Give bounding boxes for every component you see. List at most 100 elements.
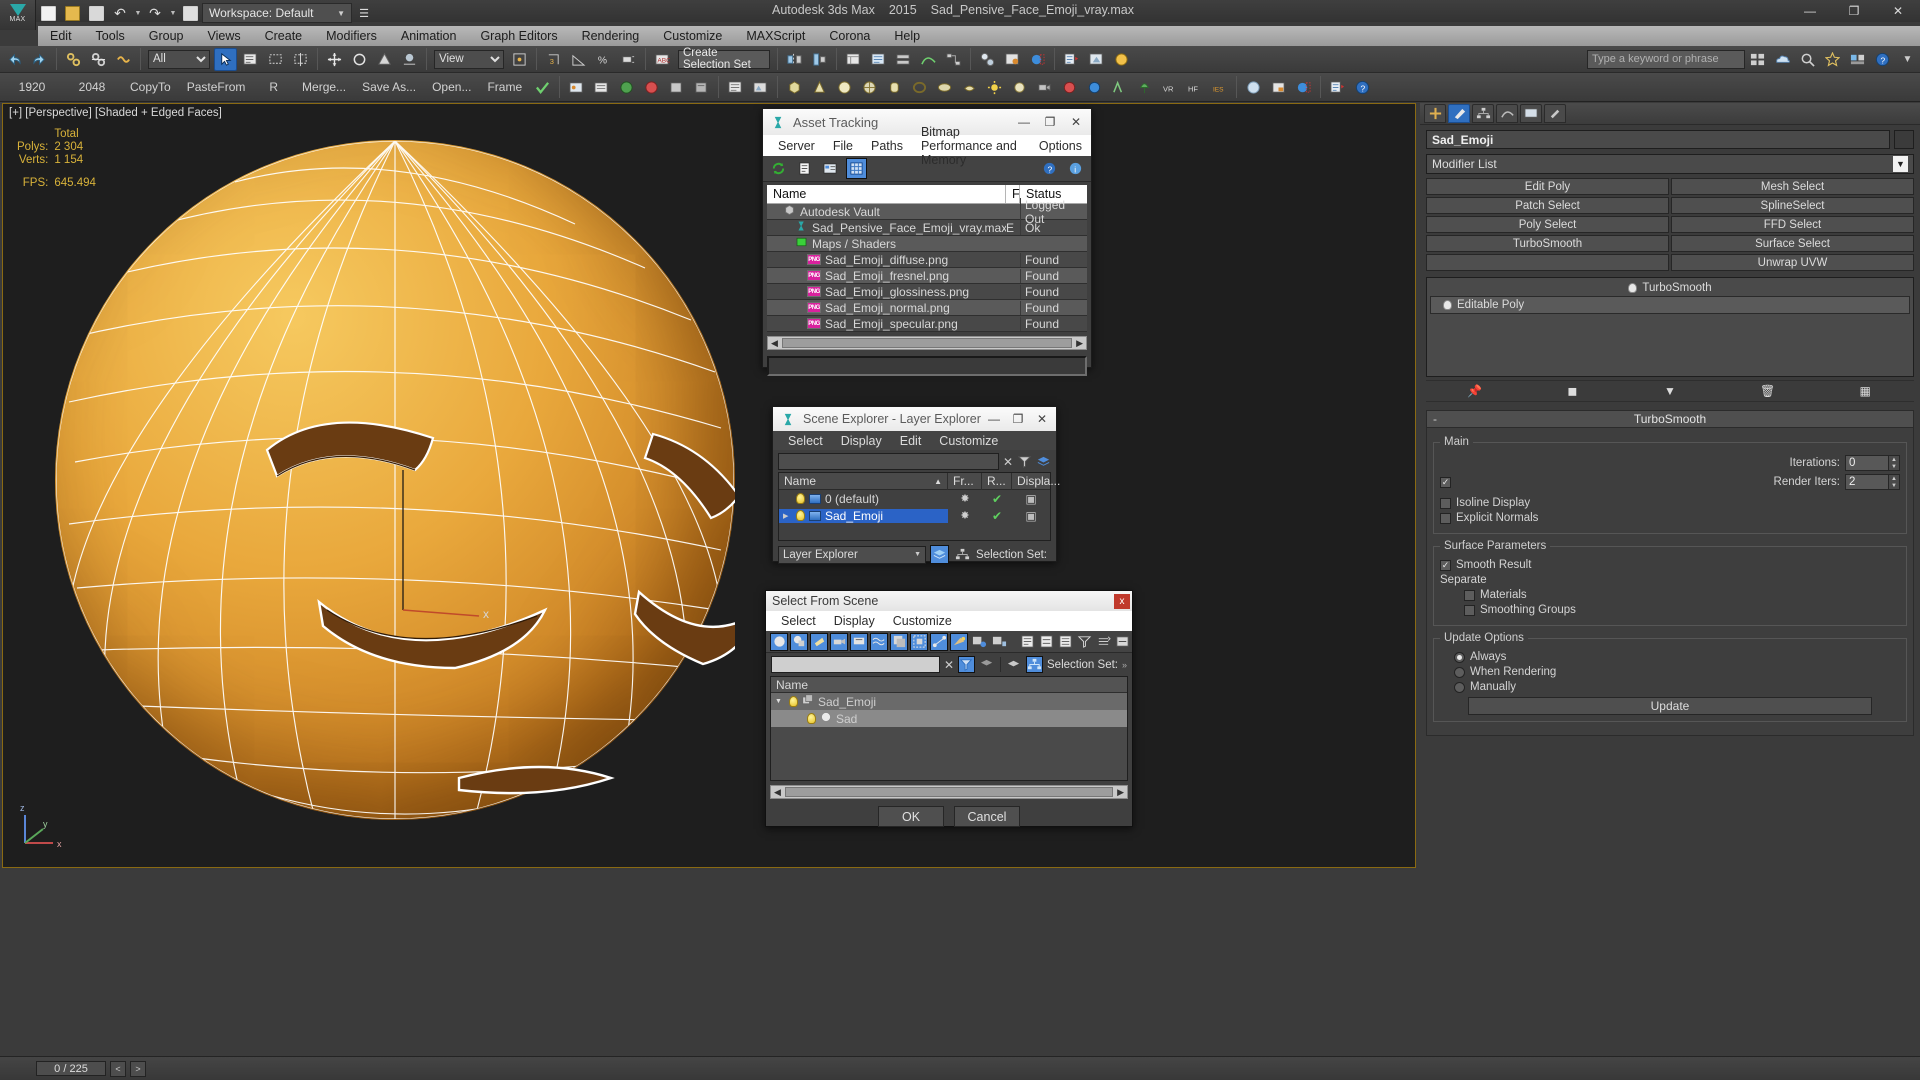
light-bulb-icon[interactable] <box>796 510 805 521</box>
workspace-grid-icon[interactable] <box>1746 48 1769 71</box>
render-setup-tool[interactable] <box>1001 48 1024 71</box>
turbosmooth-rollout-header[interactable]: - TurboSmooth <box>1426 410 1914 428</box>
merge-button[interactable]: Merge... <box>294 80 354 94</box>
update-manually-radio[interactable] <box>1454 681 1465 693</box>
update-manually-row[interactable]: Manually <box>1440 681 1900 693</box>
menu-tools[interactable]: Tools <box>84 27 137 45</box>
menu-options[interactable]: Options <box>1030 137 1091 155</box>
close-button[interactable]: x <box>1114 593 1130 609</box>
menu-corona[interactable]: Corona <box>817 27 882 45</box>
update-always-radio[interactable] <box>1454 651 1465 663</box>
create-geosphere-tool[interactable] <box>858 76 881 99</box>
render-production-tool[interactable] <box>1060 48 1083 71</box>
menu-edit[interactable]: Edit <box>38 27 84 45</box>
modifier-enable-bulb-icon[interactable] <box>1628 283 1638 293</box>
secondary-help-icon[interactable]: ? <box>1351 76 1374 99</box>
table-row[interactable]: Sad_Pensive_Face_Emoji_vray.max E Ok <box>767 220 1087 236</box>
list-compact-button[interactable] <box>1037 633 1055 651</box>
asset-help-icon[interactable]: ? <box>1039 158 1060 179</box>
sfs-column-header[interactable]: Name <box>771 677 1127 693</box>
display-icon[interactable]: ▣ <box>1012 509 1050 523</box>
curve-editor-tool[interactable] <box>917 48 940 71</box>
minimize-button[interactable]: — <box>1788 0 1832 22</box>
perspective-viewport[interactable]: [+] [Perspective] [Shaded + Edged Faces]… <box>2 103 1416 868</box>
filter-bones-button[interactable] <box>930 632 948 651</box>
hierarchy-toggle[interactable] <box>953 545 972 564</box>
snaps-toggle[interactable]: 3 <box>542 48 565 71</box>
select-by-name-tool[interactable] <box>239 48 262 71</box>
scroll-thumb[interactable] <box>781 338 1073 348</box>
display-icon[interactable]: ▣ <box>1012 492 1050 506</box>
modifier-button-patch-select[interactable]: Patch Select <box>1426 197 1669 214</box>
renderable-icon[interactable]: ✔ <box>982 509 1012 523</box>
close-button[interactable]: ✕ <box>1063 110 1089 134</box>
create-torus-tool[interactable] <box>933 76 956 99</box>
corona-proxy-tool[interactable] <box>665 76 688 99</box>
scroll-left-arrow-icon[interactable]: ◀ <box>771 787 784 798</box>
corona-light-tool[interactable] <box>640 76 663 99</box>
next-frame-button[interactable]: > <box>130 1060 146 1077</box>
list-item[interactable]: Sad <box>771 710 1127 727</box>
menu-customize[interactable]: Customize <box>884 612 961 630</box>
render-height-value[interactable]: 2048 <box>62 80 122 94</box>
frame-button[interactable]: Frame <box>479 80 530 94</box>
asset-tracking-tool[interactable] <box>724 76 747 99</box>
select-object-tool[interactable] <box>214 47 237 71</box>
freeze-icon[interactable]: ✸ <box>948 492 982 505</box>
undo-button[interactable]: ↶ <box>109 2 131 24</box>
sfs-horizontal-scrollbar[interactable]: ◀ ▶ <box>770 785 1128 799</box>
menu-views[interactable]: Views <box>195 27 252 45</box>
select-from-scene-titlebar[interactable]: Select From Scene x <box>766 591 1132 611</box>
favorites-star-icon[interactable] <box>1821 48 1844 71</box>
list-item[interactable]: 0 (default) ✸ ✔ ▣ <box>779 490 1050 507</box>
find-filter-button[interactable] <box>958 656 976 673</box>
light-bulb-icon[interactable] <box>789 696 798 707</box>
update-always-row[interactable]: Always <box>1440 651 1900 663</box>
select-from-scene-window[interactable]: Select From Scene x Select Display Custo… <box>765 590 1133 827</box>
modifier-button-mesh-select[interactable]: Mesh Select <box>1671 178 1914 195</box>
list-columns-button[interactable] <box>1018 633 1036 651</box>
isoline-display-checkbox[interactable] <box>1440 497 1451 509</box>
explorer-mode-dropdown[interactable]: Layer Explorer ▼ <box>778 545 927 564</box>
light-bulb-icon[interactable] <box>796 493 805 504</box>
expand-arrow-icon[interactable]: ▼ <box>775 698 785 705</box>
create-box-tool[interactable] <box>783 76 806 99</box>
clear-filter-icon[interactable]: ✕ <box>944 658 954 672</box>
open-button[interactable]: Open... <box>424 80 479 94</box>
modifier-button-poly-select[interactable]: Poly Select <box>1426 216 1669 233</box>
smooth-result-checkbox[interactable]: ✓ <box>1440 559 1451 571</box>
menu-file[interactable]: File <box>824 137 862 155</box>
column-name[interactable]: Name <box>767 185 1006 203</box>
viewport-label[interactable]: [+] [Perspective] [Shaded + Edged Faces] <box>9 107 222 119</box>
scroll-right-arrow-icon[interactable]: ▶ <box>1114 787 1127 798</box>
expand-arrow-icon[interactable]: ▶ <box>783 512 792 520</box>
modifier-button-edit-poly[interactable]: Edit Poly <box>1426 178 1669 195</box>
bind-to-space-warp-tool[interactable] <box>112 48 135 71</box>
column-frozen[interactable]: Fr... <box>948 472 982 490</box>
menu-select[interactable]: Select <box>779 432 832 450</box>
list-item[interactable]: ▼ Sad_Emoji <box>771 693 1127 710</box>
modifier-button-surface-select[interactable]: Surface Select <box>1671 235 1914 252</box>
update-button[interactable]: Update <box>1468 697 1872 715</box>
create-omni-light-tool[interactable] <box>983 76 1006 99</box>
asset-info-icon[interactable]: i <box>1065 158 1086 179</box>
render-iters-value[interactable]: 2 <box>1845 474 1889 490</box>
ok-button[interactable]: OK <box>878 806 944 827</box>
menu-paths[interactable]: Paths <box>862 137 912 155</box>
layer-view-button[interactable] <box>1005 656 1022 673</box>
align-tool[interactable] <box>808 48 831 71</box>
list-detail-button[interactable] <box>1056 633 1074 651</box>
object-color-swatch[interactable] <box>1894 130 1914 149</box>
named-selection-set-field[interactable]: Create Selection Set <box>678 47 770 71</box>
selection-filter-dropdown[interactable]: All <box>148 49 210 69</box>
toggle-layer-explorer-tool[interactable] <box>867 48 890 71</box>
minimize-button[interactable]: — <box>982 408 1006 430</box>
help-icon[interactable]: ? <box>1871 48 1894 71</box>
toggle-scene-explorer-tool[interactable] <box>842 48 865 71</box>
menu-group[interactable]: Group <box>137 27 196 45</box>
create-cone-tool[interactable] <box>808 76 831 99</box>
renderable-icon[interactable]: ✔ <box>982 492 1012 506</box>
create-text-tool[interactable] <box>1108 76 1131 99</box>
table-row[interactable]: Maps / Shaders <box>767 236 1087 252</box>
object-name-field[interactable]: Sad_Emoji <box>1426 130 1890 149</box>
